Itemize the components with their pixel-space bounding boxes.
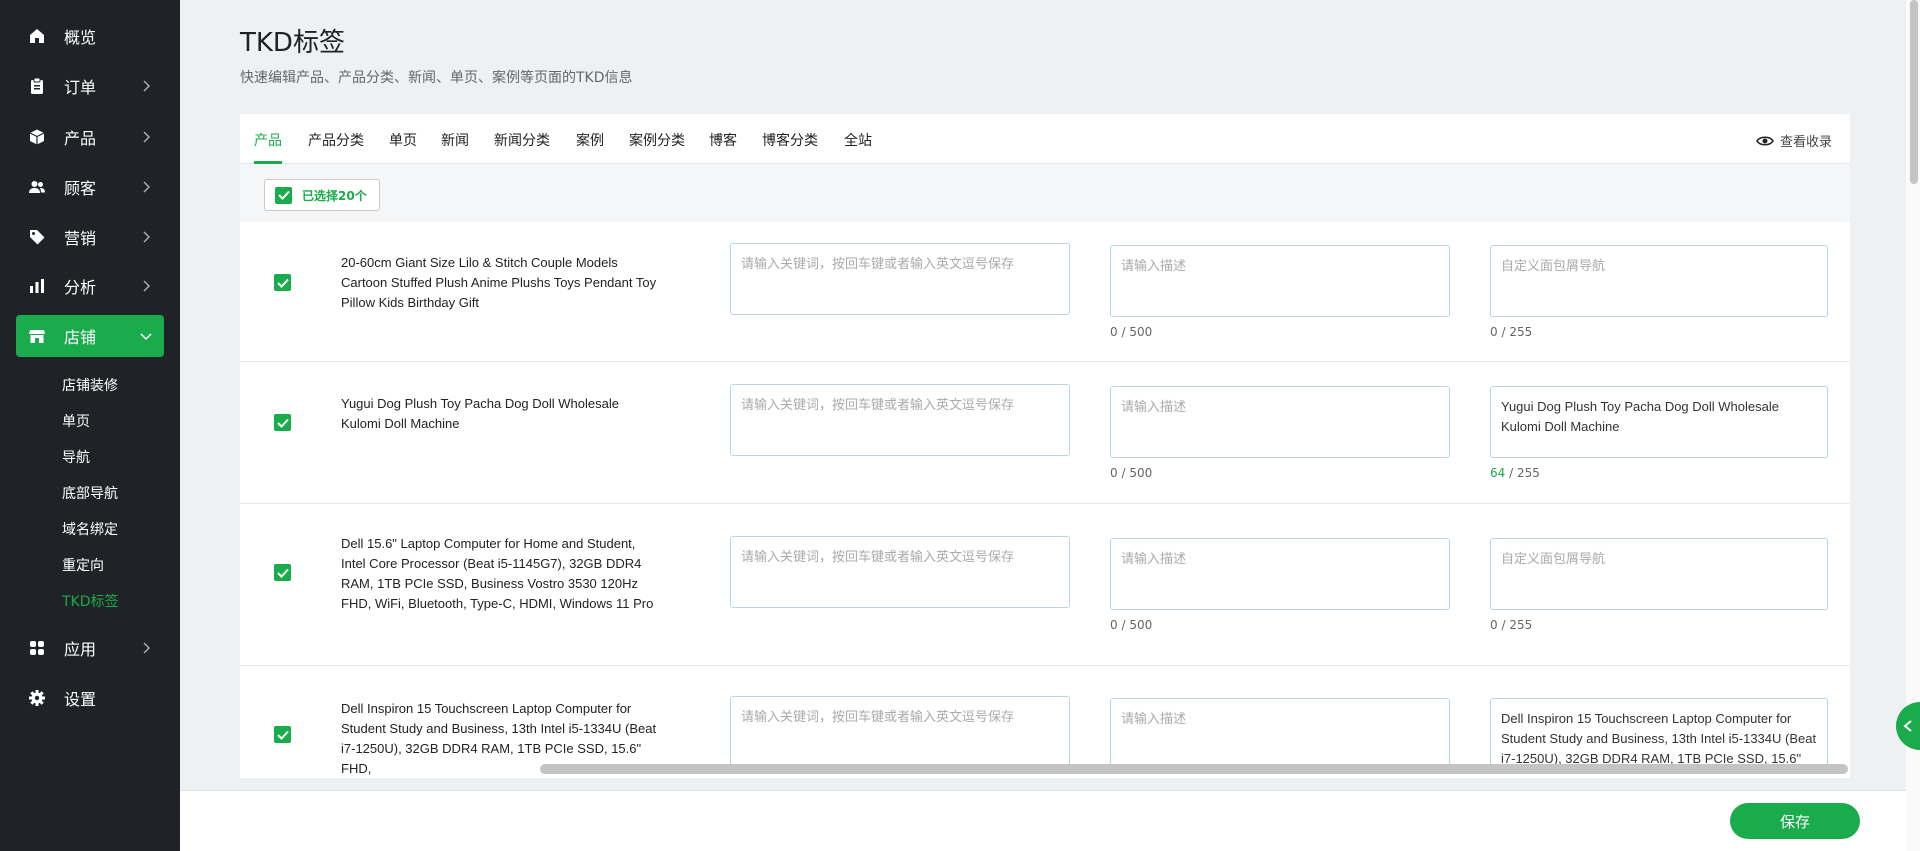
page-subtitle: 快速编辑产品、产品分类、新闻、单页、案例等页面的TKD信息 [240, 70, 633, 86]
submenu-item-redirect[interactable]: 重定向 [62, 555, 104, 575]
sidebar-item-label: 订单 [64, 78, 97, 97]
tab-bar: 产品 产品分类 单页 新闻 新闻分类 案例 案例分类 博客 博客分类 全站 查看… [240, 114, 1850, 164]
tkd-card: 产品 产品分类 单页 新闻 新闻分类 案例 案例分类 博客 博客分类 全站 查看… [240, 114, 1850, 778]
description-input[interactable]: 请输入描述 [1110, 245, 1450, 317]
sidebar-item-store[interactable]: 店铺 [16, 315, 164, 357]
vertical-scrollbar-thumb[interactable] [1910, 0, 1918, 184]
table-row: Yugui Dog Plush Toy Pacha Dog Doll Whole… [240, 362, 1850, 504]
horizontal-scrollbar[interactable] [540, 764, 1848, 774]
table-row: Dell Inspiron 15 Touchscreen Laptop Comp… [240, 666, 1850, 778]
page-title: TKD标签 [240, 28, 345, 58]
breadcrumb-input[interactable]: 自定义面包屑导航 [1490, 538, 1828, 610]
row-checkbox[interactable] [274, 726, 291, 743]
chevron-right-icon [143, 181, 151, 193]
tab-cases[interactable]: 案例 [576, 130, 604, 150]
tab-news-categories[interactable]: 新闻分类 [494, 130, 550, 150]
chevron-right-icon [143, 80, 151, 92]
sidebar-item-apps[interactable]: 应用 [16, 627, 164, 669]
chevron-right-icon [143, 642, 151, 654]
sidebar-item-overview[interactable]: 概览 [16, 15, 164, 57]
users-icon [28, 178, 46, 196]
keywords-input[interactable]: 请输入关键词，按回车键或者输入英文逗号保存 [730, 243, 1070, 315]
sidebar-item-analytics[interactable]: 分析 [16, 265, 164, 307]
sidebar-item-label: 应用 [64, 640, 97, 659]
sidebar-item-orders[interactable]: 订单 [16, 65, 164, 107]
submenu-item-footer-nav[interactable]: 底部导航 [62, 483, 118, 503]
select-all-button[interactable]: 已选择20个 [264, 179, 380, 211]
bar-chart-icon [28, 277, 46, 295]
sidebar-item-products[interactable]: 产品 [16, 116, 164, 158]
tab-site-wide[interactable]: 全站 [844, 130, 872, 150]
submenu-item-store-design[interactable]: 店铺装修 [62, 375, 118, 395]
sidebar-item-label: 设置 [64, 690, 97, 709]
home-icon [28, 27, 46, 45]
checkbox-checked-icon [275, 186, 292, 204]
table-row: 20-60cm Giant Size Lilo & Stitch Couple … [240, 222, 1850, 362]
chevron-down-icon [140, 333, 152, 341]
keywords-input[interactable]: 请输入关键词，按回车键或者输入英文逗号保存 [730, 384, 1070, 456]
view-index-button[interactable]: 查看收录 [1756, 131, 1832, 150]
sidebar-item-settings[interactable]: 设置 [16, 677, 164, 719]
sidebar-item-label: 顾客 [64, 179, 97, 198]
row-checkbox[interactable] [274, 274, 291, 291]
description-counter: 0 / 500 [1110, 325, 1153, 339]
tag-icon [28, 228, 46, 246]
description-input[interactable]: 请输入描述 [1110, 538, 1450, 610]
description-counter: 0 / 500 [1110, 466, 1153, 480]
sidebar-item-label: 营销 [64, 229, 97, 248]
save-button[interactable]: 保存 [1730, 803, 1860, 839]
breadcrumb-input[interactable]: Yugui Dog Plush Toy Pacha Dog Doll Whole… [1490, 386, 1828, 458]
selection-count: 已选择20个 [302, 188, 367, 203]
sidebar-item-label: 店铺 [64, 328, 97, 347]
clipboard-icon [28, 77, 46, 95]
collapse-panel-button[interactable] [1896, 702, 1920, 750]
chevron-right-icon [143, 231, 151, 243]
tab-news[interactable]: 新闻 [441, 130, 469, 150]
tab-blog-categories[interactable]: 博客分类 [762, 130, 818, 150]
chevron-right-icon [143, 131, 151, 143]
keywords-input[interactable]: 请输入关键词，按回车键或者输入英文逗号保存 [730, 696, 1070, 768]
submenu-item-tkd[interactable]: TKD标签 [62, 591, 119, 611]
breadcrumb-counter: 0 / 255 [1490, 325, 1533, 339]
sidebar-item-marketing[interactable]: 营销 [16, 216, 164, 258]
breadcrumb-counter: 0 / 255 [1490, 618, 1533, 632]
submenu-item-domain[interactable]: 域名绑定 [62, 519, 118, 539]
sidebar: 概览 订单 产品 顾客 营销 分析 店铺 店铺装修 单页 导航 底部导航 域名绑… [0, 0, 180, 851]
sidebar-item-label: 概览 [64, 28, 97, 47]
sidebar-item-label: 分析 [64, 278, 97, 297]
description-counter: 0 / 500 [1110, 618, 1153, 632]
product-title: Dell 15.6" Laptop Computer for Home and … [341, 536, 654, 611]
selection-toolbar: 已选择20个 [240, 164, 1850, 222]
submenu-item-navigation[interactable]: 导航 [62, 447, 90, 467]
store-icon [28, 327, 46, 345]
chevron-left-icon [1903, 720, 1912, 732]
breadcrumb-counter: 64 / 255 [1490, 466, 1540, 480]
sidebar-item-customers[interactable]: 顾客 [16, 166, 164, 208]
table-row: Dell 15.6" Laptop Computer for Home and … [240, 504, 1850, 666]
description-input[interactable]: 请输入描述 [1110, 698, 1450, 770]
tab-pages[interactable]: 单页 [389, 130, 417, 150]
eye-icon [1756, 135, 1774, 146]
footer-bar [180, 790, 1906, 851]
tab-case-categories[interactable]: 案例分类 [629, 130, 685, 150]
keywords-input[interactable]: 请输入关键词，按回车键或者输入英文逗号保存 [730, 536, 1070, 608]
product-title: 20-60cm Giant Size Lilo & Stitch Couple … [341, 255, 657, 310]
view-index-label: 查看收录 [1779, 135, 1832, 150]
tab-products[interactable]: 产品 [254, 130, 282, 150]
breadcrumb-input[interactable]: Dell Inspiron 15 Touchscreen Laptop Comp… [1490, 698, 1828, 770]
box-icon [28, 128, 46, 146]
apps-icon [28, 639, 46, 657]
gear-icon [28, 689, 46, 707]
chevron-right-icon [143, 280, 151, 292]
tab-product-categories[interactable]: 产品分类 [308, 130, 364, 150]
row-checkbox[interactable] [274, 414, 291, 431]
submenu-item-pages[interactable]: 单页 [62, 411, 90, 431]
sidebar-item-label: 产品 [64, 129, 97, 148]
product-title: Yugui Dog Plush Toy Pacha Dog Doll Whole… [341, 396, 619, 431]
tab-blogs[interactable]: 博客 [709, 130, 737, 150]
breadcrumb-input[interactable]: 自定义面包屑导航 [1490, 245, 1828, 317]
row-checkbox[interactable] [274, 564, 291, 581]
description-input[interactable]: 请输入描述 [1110, 386, 1450, 458]
